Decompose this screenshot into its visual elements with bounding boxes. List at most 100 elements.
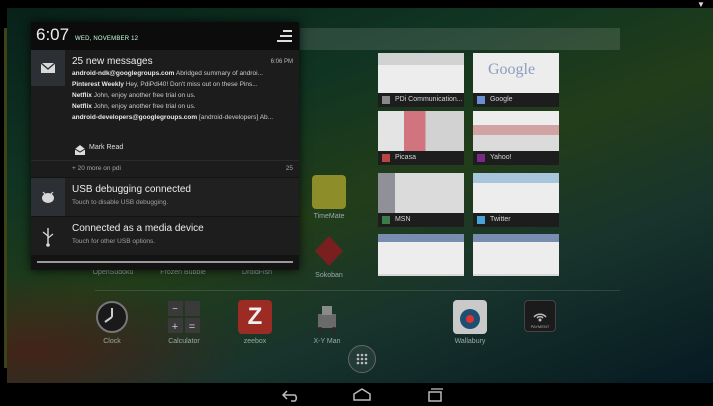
more-messages-row[interactable]: + 20 more on pdi 25 — [31, 160, 299, 178]
app-label: DroidFish — [242, 269, 272, 276]
shade-header: 6:07 WED, NOVEMBER 12 — [31, 22, 299, 50]
picasa-icon — [382, 154, 390, 162]
thumb-label-bar: Google — [473, 93, 559, 107]
thumb-label-bar: MSN — [378, 213, 464, 227]
app-clock[interactable]: Clock — [77, 300, 147, 345]
message-sender: Netflix — [72, 92, 92, 99]
recent-app-twitter[interactable]: Twitter — [473, 173, 559, 227]
svg-text:=: = — [189, 321, 195, 333]
message-text: Hey, PdiPdi40! Don't miss out on these P… — [125, 81, 258, 88]
app-label: X-Y Man — [313, 338, 341, 345]
app-label: OpenSudoku — [92, 269, 134, 276]
search-bar[interactable] — [300, 28, 620, 50]
recents-icon[interactable] — [423, 387, 447, 403]
yahoo-icon — [477, 154, 485, 162]
thumb-label: Yahoo! — [489, 154, 512, 161]
notification-subtitle: Touch for other USB options. — [72, 238, 156, 245]
message-text: Abridged summary of androi... — [175, 70, 263, 77]
notification-time: 6:06 PM — [270, 59, 293, 65]
app-label: Frozen Bubble — [160, 269, 206, 276]
app-drawer-button[interactable] — [348, 345, 376, 373]
left-edge — [0, 8, 7, 383]
thumb-label: Picasa — [394, 154, 416, 161]
thumb-content — [378, 234, 464, 274]
notification-subtitle: Touch to disable USB debugging. — [72, 199, 169, 206]
svg-text:−: − — [172, 304, 178, 315]
message-sender: Pinterest Weekly — [72, 81, 124, 88]
app-sokoban[interactable]: Sokoban — [294, 234, 364, 279]
app-xy-man[interactable]: X-Y Man — [292, 300, 362, 345]
svg-text:+: + — [172, 321, 178, 333]
thumb-label-bar: Twitter — [473, 213, 559, 227]
recent-app-picasa[interactable]: Picasa — [378, 111, 464, 165]
app-label: Calculator — [168, 338, 200, 345]
recent-app-thumbnail[interactable] — [378, 234, 464, 276]
app-calculator[interactable]: − + = Calculator — [149, 300, 219, 345]
pdi-icon — [382, 96, 390, 104]
recent-app-thumbnail[interactable] — [473, 234, 559, 276]
thumb-label: PDi Communication... — [394, 96, 463, 103]
message-line: Netflix John, enjoy another free trial o… — [72, 103, 294, 110]
google-icon — [477, 96, 485, 104]
calculator-icon: − + = — [167, 300, 201, 334]
app-payment[interactable]: PAYMENT — [505, 300, 575, 332]
grid-icon — [356, 353, 368, 365]
message-line: Netflix John, enjoy another free trial o… — [72, 92, 294, 99]
thumb-label-bar: PDi Communication... — [378, 93, 464, 107]
more-messages-label: + 20 more on pdi — [72, 165, 121, 172]
clock-date: WED, NOVEMBER 12 — [75, 36, 139, 42]
envelope-open-icon — [74, 145, 86, 155]
recent-app-yahoo[interactable]: Yahoo! — [473, 111, 559, 165]
mail-icon — [31, 50, 65, 86]
recent-app-google[interactable]: Google Google — [473, 53, 559, 107]
message-text: John, enjoy another free trial on us. — [93, 103, 196, 110]
mark-read-button[interactable]: Mark Read — [72, 140, 172, 158]
message-text: [android-developers] Ab... — [198, 114, 274, 121]
app-zeebox[interactable]: Z zeebox — [220, 300, 290, 345]
home-icon[interactable] — [350, 387, 374, 403]
wifi-icon: ▼ — [697, 0, 705, 9]
quick-settings-icon[interactable] — [277, 28, 293, 44]
app-label: zeebox — [243, 338, 267, 345]
app-wallabury[interactable]: Wallabury — [435, 300, 505, 345]
message-text: John, enjoy another free trial on us. — [93, 92, 196, 99]
message-line: android-developers@googlegroups.com [and… — [72, 114, 294, 121]
thumb-label: Twitter — [489, 216, 511, 223]
android-screen: ▼ PDi Communication... Google Google Pic… — [0, 0, 713, 406]
message-sender: android-ndk@googlegroups.com — [72, 70, 175, 77]
app-label: Sokoban — [315, 272, 343, 279]
mark-read-label: Mark Read — [89, 144, 124, 151]
notification-gmail[interactable]: 25 new messages 6:06 PM android-ndk@goog… — [31, 50, 299, 177]
app-label: Clock — [103, 338, 121, 345]
recent-app-pdi[interactable]: PDi Communication... — [378, 53, 464, 107]
message-line: Pinterest Weekly Hey, PdiPdi40! Don't mi… — [72, 81, 294, 88]
clock-time: 6:07 — [36, 25, 70, 44]
sokoban-icon — [312, 234, 346, 268]
notification-title: USB debugging connected — [72, 184, 191, 195]
payment-label: PAYMENT — [530, 324, 550, 329]
notification-usb-debugging[interactable]: USB debugging connected Touch to disable… — [31, 178, 299, 216]
shade-handle[interactable] — [37, 261, 293, 263]
twitter-icon — [477, 216, 485, 224]
msn-icon — [382, 216, 390, 224]
thumb-label-bar: Yahoo! — [473, 151, 559, 165]
message-sender: android-developers@googlegroups.com — [72, 114, 198, 121]
message-count: 25 — [285, 165, 293, 172]
status-bar: ▼ — [0, 0, 713, 9]
thumb-label-bar: Picasa — [378, 151, 464, 165]
back-icon[interactable] — [279, 387, 303, 403]
notification-media-device[interactable]: Connected as a media device Touch for ot… — [31, 217, 299, 255]
navigation-bar — [0, 383, 713, 406]
zeebox-icon: Z — [238, 300, 272, 334]
message-sender: Netflix — [72, 103, 92, 110]
thumb-content: Google — [473, 53, 559, 93]
recent-app-msn[interactable]: MSN — [378, 173, 464, 227]
app-label: Wallabury — [454, 338, 486, 345]
wallabury-icon — [453, 300, 487, 334]
app-timemate[interactable]: TimeMate — [294, 175, 364, 220]
app-label: TimeMate — [313, 213, 345, 220]
notification-title: 25 new messages — [72, 56, 153, 67]
android-bug-icon — [31, 178, 65, 216]
thumb-content — [378, 173, 464, 213]
dock-divider — [95, 290, 620, 291]
